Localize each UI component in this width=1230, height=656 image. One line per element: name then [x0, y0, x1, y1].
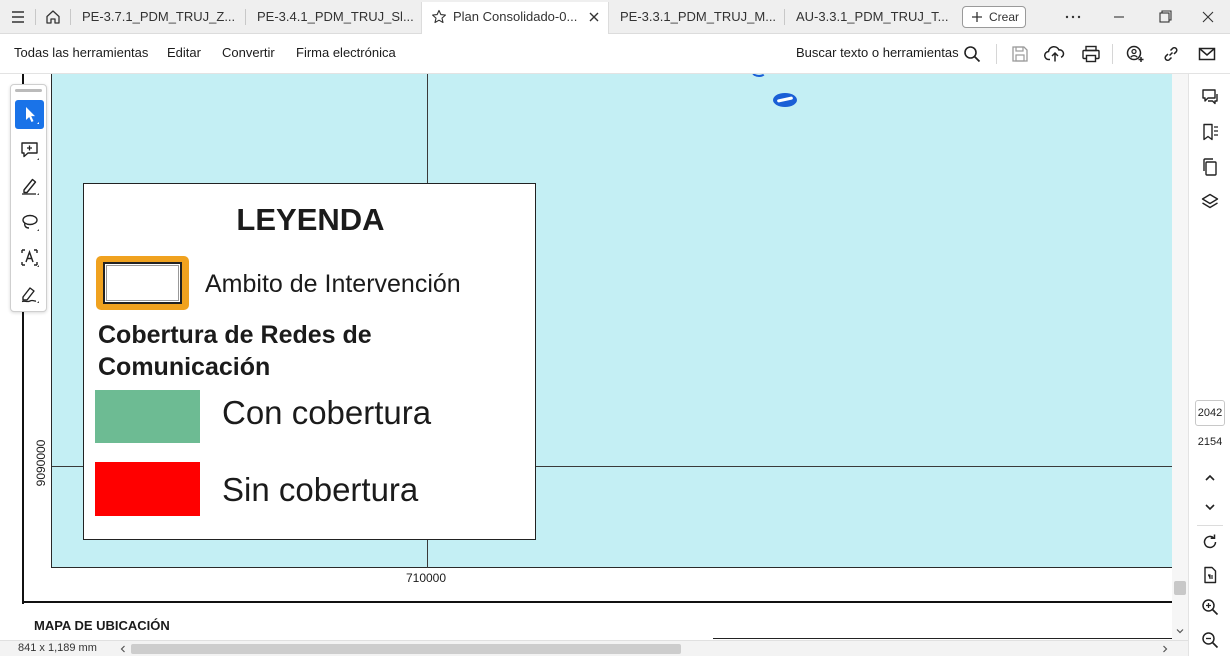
- upload-icon[interactable]: [1044, 43, 1066, 65]
- horizontal-scrollbar-thumb[interactable]: [131, 644, 681, 654]
- sin-cobertura-label: Sin cobertura: [222, 471, 419, 508]
- right-rail: 2042 2154: [1188, 74, 1230, 656]
- close-icon[interactable]: [588, 11, 600, 23]
- tab-document-2[interactable]: PE-3.4.1_PDM_TRUJ_Sl...: [247, 4, 419, 30]
- zoom-out-icon[interactable]: [1199, 629, 1221, 651]
- tab-document-active[interactable]: Plan Consolidado-0...: [421, 2, 609, 34]
- menu-convert[interactable]: Convertir: [222, 45, 275, 60]
- save-icon[interactable]: [1009, 43, 1031, 65]
- comments-panel-icon[interactable]: [1199, 86, 1221, 108]
- bookmark-icon[interactable]: [1199, 121, 1221, 143]
- page-size-readout: 841 x 1,189 mm: [18, 642, 97, 654]
- vertical-scrollbar[interactable]: [1172, 74, 1188, 640]
- palette-grip[interactable]: [15, 89, 42, 92]
- star-icon[interactable]: [431, 9, 447, 25]
- minimize-icon[interactable]: [1096, 0, 1142, 34]
- legend-box: LEYENDA Ambito de Intervención Cobertura…: [83, 183, 536, 540]
- map-feature: [752, 74, 766, 77]
- document-viewport[interactable]: 9090000 710000 LEYENDA Ambito de Interve…: [0, 74, 1188, 640]
- sign-icon[interactable]: [15, 279, 44, 308]
- create-button[interactable]: Crear: [962, 6, 1026, 28]
- location-map-top-line: [713, 638, 1173, 639]
- hamburger-menu-icon[interactable]: [10, 9, 26, 25]
- comment-icon[interactable]: [15, 136, 44, 165]
- ambito-swatch: [96, 256, 189, 310]
- x-coordinate-label: 710000: [405, 571, 447, 585]
- home-icon[interactable]: [44, 8, 62, 26]
- rotate-icon[interactable]: [1199, 531, 1221, 553]
- tab-label: AU-3.3.1_PDM_TRUJ_T...: [796, 9, 949, 24]
- tab-bar: PE-3.7.1_PDM_TRUJ_Z... PE-3.4.1_PDM_TRUJ…: [0, 0, 1230, 34]
- page-frame-bottom: [22, 601, 1172, 603]
- scroll-right-icon[interactable]: [1160, 644, 1170, 654]
- con-cobertura-swatch: [95, 390, 200, 443]
- tab-label: PE-3.3.1_PDM_TRUJ_M...: [620, 9, 777, 24]
- scrollbar-thumb[interactable]: [1174, 581, 1186, 595]
- search-icon[interactable]: [961, 43, 983, 65]
- highlight-icon[interactable]: [15, 171, 44, 200]
- scroll-down-icon[interactable]: [1175, 626, 1185, 636]
- more-options-icon[interactable]: [1050, 0, 1096, 34]
- restore-icon[interactable]: [1142, 0, 1188, 34]
- layers-icon[interactable]: [1199, 191, 1221, 213]
- location-map-title: MAPA DE UBICACIÓN: [34, 618, 170, 633]
- chevron-up-icon[interactable]: [1199, 467, 1221, 489]
- tab-label: PE-3.7.1_PDM_TRUJ_Z...: [82, 9, 236, 24]
- tab-document-5[interactable]: AU-3.3.1_PDM_TRUJ_T...: [786, 4, 956, 30]
- lasso-icon[interactable]: [15, 207, 44, 236]
- share-user-icon[interactable]: [1124, 43, 1146, 65]
- page-total: 2154: [1197, 436, 1223, 448]
- y-coordinate-label: 9090000: [34, 439, 48, 487]
- menu-all-tools[interactable]: Todas las herramientas: [14, 45, 148, 60]
- cursor-icon[interactable]: [15, 100, 44, 129]
- coverage-section-title-1: Cobertura de Redes de: [98, 321, 372, 349]
- print-icon[interactable]: [1080, 43, 1102, 65]
- tab-label: Plan Consolidado-0...: [453, 9, 578, 24]
- text-select-icon[interactable]: [15, 243, 44, 272]
- page-number-input[interactable]: 2042: [1195, 400, 1225, 426]
- menu-bar: Todas las herramientas Editar Convertir …: [0, 34, 1230, 74]
- mail-icon[interactable]: [1196, 43, 1218, 65]
- map-feature: [773, 93, 797, 107]
- tab-label: PE-3.4.1_PDM_TRUJ_Sl...: [257, 9, 414, 24]
- ambito-label: Ambito de Intervención: [205, 270, 461, 298]
- menu-edit[interactable]: Editar: [167, 45, 201, 60]
- window-close-icon[interactable]: [1186, 0, 1230, 34]
- tab-document-1[interactable]: PE-3.7.1_PDM_TRUJ_Z...: [72, 4, 242, 30]
- tool-palette: [10, 84, 47, 312]
- chevron-down-icon[interactable]: [1199, 496, 1221, 518]
- plus-icon: [971, 11, 983, 23]
- menu-e-signature[interactable]: Firma electrónica: [296, 45, 396, 60]
- pages-icon[interactable]: [1199, 156, 1221, 178]
- scroll-left-icon[interactable]: [118, 644, 128, 654]
- status-bar: 841 x 1,189 mm: [0, 640, 1188, 656]
- rail-divider: [1197, 525, 1223, 526]
- legend-title: LEYENDA: [236, 202, 385, 237]
- zoom-in-icon[interactable]: [1199, 596, 1221, 618]
- coverage-section-title-2: Comunicación: [98, 353, 271, 381]
- sin-cobertura-swatch: [95, 462, 200, 516]
- con-cobertura-label: Con cobertura: [222, 394, 432, 431]
- link-icon[interactable]: [1160, 43, 1182, 65]
- create-button-label: Crear: [989, 10, 1020, 24]
- search-tools-label[interactable]: Buscar texto o herramientas: [796, 45, 959, 60]
- page-fit-icon[interactable]: [1199, 564, 1221, 586]
- tab-document-4[interactable]: PE-3.3.1_PDM_TRUJ_M...: [610, 4, 782, 30]
